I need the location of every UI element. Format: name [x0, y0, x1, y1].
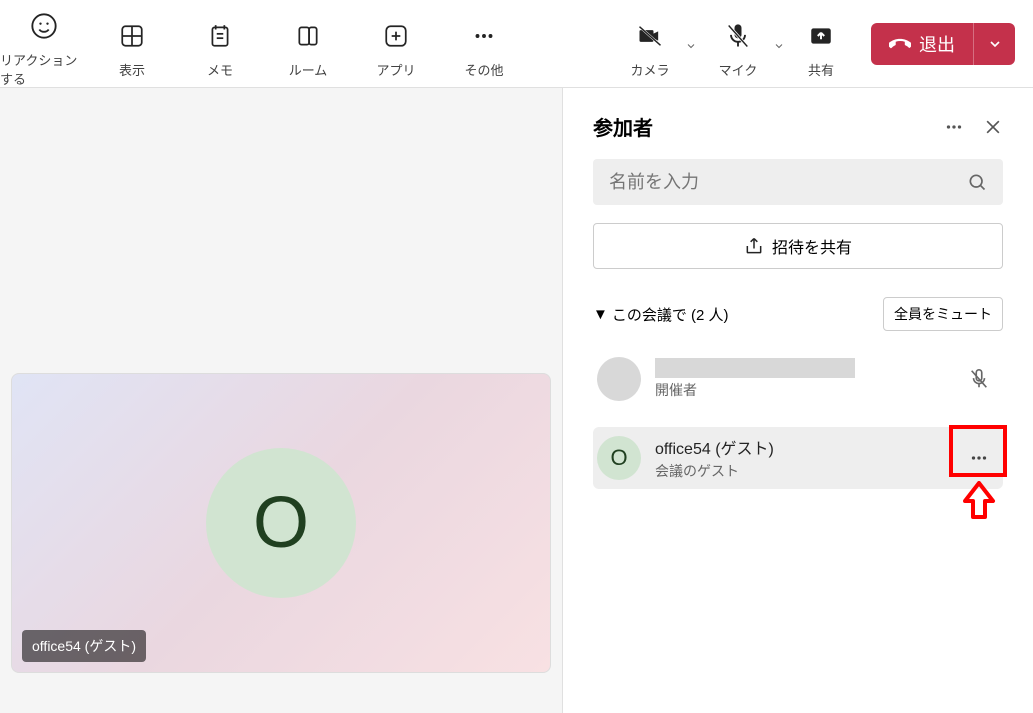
video-stage: O office54 (ゲスト) [0, 88, 563, 713]
room-icon [294, 22, 322, 50]
leave-button[interactable]: 退出 [871, 23, 973, 65]
share-button[interactable]: 共有 [791, 0, 851, 88]
participant-video-tile[interactable]: O office54 (ゲスト) [11, 373, 551, 673]
share-invite-button[interactable]: 招待を共有 [593, 223, 1003, 269]
participant-name: office54 (ゲスト) [655, 435, 945, 459]
grid-icon [118, 22, 146, 50]
view-button[interactable]: 表示 [88, 0, 176, 88]
participant-row[interactable]: O office54 (ゲスト) 会議のゲスト [593, 427, 1003, 489]
panel-more-button[interactable] [943, 116, 965, 138]
search-box[interactable] [593, 159, 1003, 205]
search-input[interactable] [609, 172, 967, 193]
chevron-down-icon[interactable] [685, 40, 697, 52]
participant-name [655, 358, 855, 378]
highlight-arrow-icon [959, 481, 999, 521]
avatar [597, 357, 641, 401]
participants-panel: 参加者 招待を共有 [563, 88, 1033, 713]
panel-title: 参加者 [593, 112, 653, 141]
ellipsis-icon [470, 22, 498, 50]
apps-button[interactable]: アプリ [352, 0, 440, 88]
phone-hangup-icon [889, 33, 911, 55]
participant-more-button[interactable] [959, 438, 999, 478]
triangle-down-icon: ▼ [593, 306, 608, 323]
avatar: O [206, 448, 356, 598]
notes-button[interactable]: メモ [176, 0, 264, 88]
mic-button[interactable]: マイク [703, 0, 773, 88]
leave-options-button[interactable] [973, 23, 1015, 65]
tile-name-label: office54 (ゲスト) [22, 630, 146, 662]
share-icon [744, 236, 764, 256]
chevron-down-icon[interactable] [773, 40, 785, 52]
mute-all-button[interactable]: 全員をミュート [883, 297, 1003, 331]
participant-role: 開催者 [655, 380, 945, 400]
main-area: O office54 (ゲスト) 参加者 [0, 88, 1033, 713]
plus-square-icon [382, 22, 410, 50]
smile-icon [30, 12, 58, 40]
share-screen-icon [807, 22, 835, 50]
room-button[interactable]: ルーム [264, 0, 352, 88]
search-icon [967, 172, 987, 192]
avatar: O [597, 436, 641, 480]
camera-off-icon [636, 22, 664, 50]
camera-button[interactable]: カメラ [615, 0, 685, 88]
mic-off-icon [724, 22, 752, 50]
participant-role: 会議のゲスト [655, 461, 945, 481]
participant-row[interactable]: 開催者 [593, 349, 1003, 409]
more-button[interactable]: その他 [440, 0, 528, 88]
section-toggle[interactable]: ▼ この会議で (2 人) [593, 304, 729, 325]
participant-mic-off-icon [959, 359, 999, 399]
close-panel-button[interactable] [983, 117, 1003, 137]
top-toolbar: リアクションする 表示 メモ ルーム [0, 0, 1033, 88]
notes-icon [206, 22, 234, 50]
reaction-button[interactable]: リアクションする [0, 0, 88, 88]
